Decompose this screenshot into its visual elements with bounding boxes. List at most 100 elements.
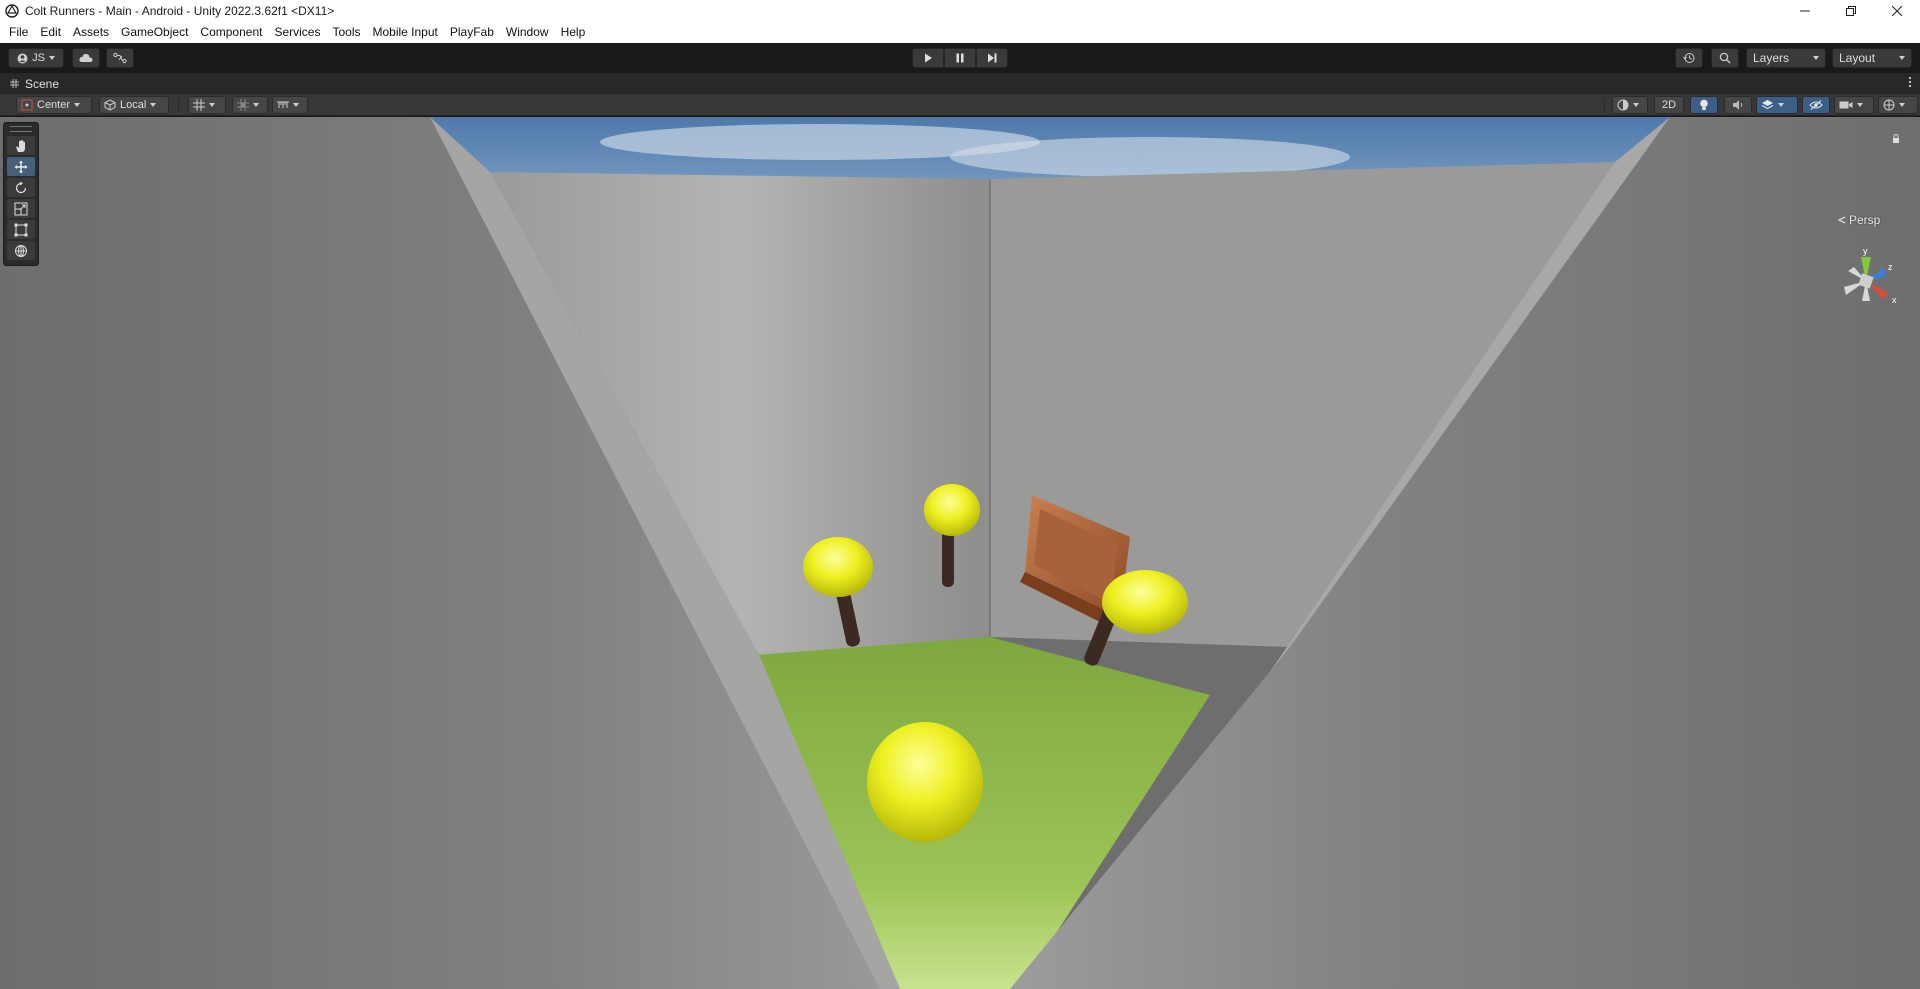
menu-services[interactable]: Services bbox=[268, 22, 326, 43]
hidden-objects-toggle[interactable] bbox=[1802, 96, 1830, 114]
menu-assets[interactable]: Assets bbox=[67, 22, 115, 43]
main-toolbar: JS Layers Layout bbox=[0, 43, 1920, 73]
playmode-controls bbox=[912, 48, 1008, 68]
svg-text:z: z bbox=[1888, 262, 1893, 272]
scene-tab-bar: Scene bbox=[0, 73, 1920, 94]
undo-history-button[interactable] bbox=[1675, 48, 1703, 68]
menu-component[interactable]: Component bbox=[194, 22, 268, 43]
step-button[interactable] bbox=[976, 48, 1008, 68]
grid-visibility-dropdown[interactable] bbox=[188, 96, 226, 114]
lightbulb-icon bbox=[1700, 99, 1708, 110]
restore-icon[interactable] bbox=[1828, 0, 1874, 22]
scene-view-toolbar: Center Local 2D bbox=[0, 94, 1920, 116]
svg-text:y: y bbox=[1863, 246, 1868, 256]
scene-viewport[interactable]: y z x bbox=[0, 117, 1920, 989]
window-title: Colt Runners - Main - Android - Unity 20… bbox=[25, 4, 335, 18]
account-dropdown[interactable]: JS bbox=[8, 48, 64, 68]
menu-playfab[interactable]: PlayFab bbox=[444, 22, 500, 43]
menu-gameobject[interactable]: GameObject bbox=[115, 22, 194, 43]
close-icon[interactable] bbox=[1874, 0, 1920, 22]
divider bbox=[178, 98, 179, 112]
scale-icon bbox=[14, 202, 28, 215]
minimize-icon[interactable] bbox=[1782, 0, 1828, 22]
version-control-button[interactable] bbox=[106, 48, 134, 68]
grid-icon bbox=[193, 99, 205, 111]
chevron-down-icon bbox=[209, 103, 215, 107]
chevron-down-icon bbox=[293, 103, 299, 107]
cloud-button[interactable] bbox=[72, 48, 100, 68]
scene-render bbox=[0, 117, 1920, 989]
layout-dropdown[interactable]: Layout bbox=[1832, 48, 1912, 68]
lock-icon[interactable] bbox=[1892, 134, 1900, 143]
chevron-down-icon bbox=[1813, 56, 1819, 60]
pivot-label: Center bbox=[37, 99, 71, 111]
drag-handle-icon[interactable] bbox=[10, 126, 32, 132]
svg-text:x: x bbox=[1892, 295, 1897, 305]
increment-snapping-dropdown[interactable] bbox=[272, 96, 308, 114]
menu-file[interactable]: File bbox=[3, 22, 34, 43]
scale-tool[interactable] bbox=[7, 199, 35, 218]
move-tool[interactable] bbox=[7, 157, 35, 176]
chevron-down-icon bbox=[74, 103, 81, 107]
transform-tool[interactable] bbox=[7, 241, 35, 260]
draw-mode-dropdown[interactable] bbox=[1612, 96, 1648, 114]
rect-transform-icon bbox=[14, 223, 28, 236]
shading-sphere-icon bbox=[1617, 99, 1629, 111]
menu-window[interactable]: Window bbox=[500, 22, 555, 43]
chevron-down-icon bbox=[253, 103, 259, 107]
orientation-gizmo[interactable]: y z x bbox=[1826, 243, 1906, 319]
pivot-rotation-dropdown[interactable]: Local bbox=[99, 96, 169, 114]
camera-icon bbox=[1839, 101, 1853, 109]
play-button[interactable] bbox=[912, 48, 944, 68]
menu-bar: File Edit Assets GameObject Component Se… bbox=[0, 22, 1920, 43]
scene-lighting-toggle[interactable] bbox=[1690, 96, 1718, 114]
pivot-center-icon bbox=[21, 99, 33, 111]
search-button[interactable] bbox=[1711, 48, 1739, 68]
menu-help[interactable]: Help bbox=[555, 22, 592, 43]
menu-tools[interactable]: Tools bbox=[326, 22, 366, 43]
branch-icon bbox=[113, 52, 127, 64]
snap-grid-icon bbox=[237, 99, 249, 111]
mode-2d-label: 2D bbox=[1661, 99, 1677, 111]
tab-scene[interactable]: Scene bbox=[0, 73, 59, 94]
move-arrows-icon bbox=[14, 160, 28, 173]
gizmos-dropdown[interactable] bbox=[1878, 96, 1918, 114]
scene-audio-toggle[interactable] bbox=[1724, 96, 1752, 114]
hand-tool[interactable] bbox=[7, 136, 35, 155]
unity-logo-icon bbox=[5, 4, 19, 18]
rect-tool[interactable] bbox=[7, 220, 35, 239]
ruler-icon bbox=[277, 101, 289, 108]
pause-icon bbox=[956, 53, 964, 63]
pause-button[interactable] bbox=[944, 48, 976, 68]
user-icon bbox=[17, 53, 28, 63]
chevron-down-icon bbox=[150, 103, 157, 107]
menu-mobile-input[interactable]: Mobile Input bbox=[366, 22, 443, 43]
transform-globe-icon bbox=[15, 244, 27, 257]
effects-dropdown[interactable] bbox=[1756, 96, 1798, 114]
rotate-tool[interactable] bbox=[7, 178, 35, 197]
audio-icon bbox=[1733, 100, 1743, 110]
step-icon bbox=[988, 53, 997, 63]
chevron-down-icon bbox=[1899, 103, 1905, 107]
chevron-down-icon bbox=[48, 56, 55, 60]
account-label: JS bbox=[32, 52, 45, 64]
projection-toggle[interactable]: Persp bbox=[1838, 213, 1880, 227]
layers-stack-icon bbox=[1761, 100, 1774, 110]
grid-snapping-dropdown[interactable] bbox=[232, 96, 268, 114]
chevron-down-icon bbox=[1633, 103, 1639, 107]
play-icon bbox=[925, 53, 932, 63]
search-icon bbox=[1719, 52, 1731, 64]
cloud-icon bbox=[79, 53, 93, 62]
projection-label: Persp bbox=[1849, 213, 1881, 227]
kebab-menu-icon[interactable] bbox=[1908, 76, 1912, 91]
chevron-down-icon bbox=[1899, 56, 1905, 60]
rotate-icon bbox=[15, 181, 27, 193]
camera-settings-dropdown[interactable] bbox=[1834, 96, 1874, 114]
pivot-mode-dropdown[interactable]: Center bbox=[16, 96, 92, 114]
space-label: Local bbox=[120, 99, 147, 111]
eye-slash-icon bbox=[1809, 100, 1823, 110]
menu-edit[interactable]: Edit bbox=[34, 22, 67, 43]
toggle-2d-button[interactable]: 2D bbox=[1654, 96, 1684, 114]
layers-dropdown[interactable]: Layers bbox=[1746, 48, 1826, 68]
window-title-bar: Colt Runners - Main - Android - Unity 20… bbox=[0, 0, 1920, 22]
